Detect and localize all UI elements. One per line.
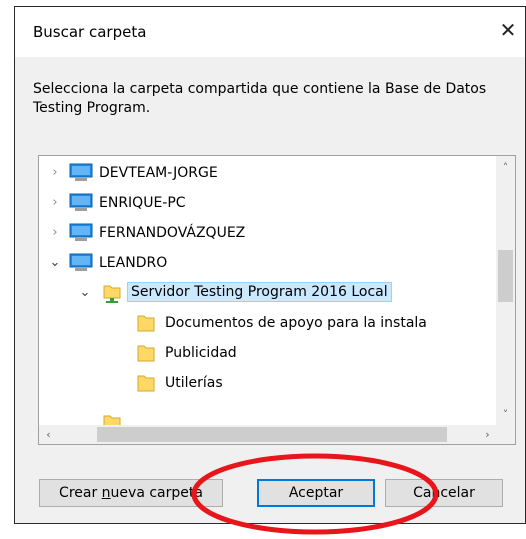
folder-icon <box>137 315 155 332</box>
vertical-scroll-thumb[interactable] <box>498 250 513 302</box>
computer-icon <box>69 253 93 271</box>
collapse-arrow-icon[interactable]: ⌄ <box>77 285 93 301</box>
shared-folder-icon <box>103 285 121 303</box>
tree-item-label: ENRIQUE-PC <box>99 195 186 211</box>
horizontal-scrollbar[interactable]: ‹ › <box>39 425 497 444</box>
computer-icon <box>69 193 93 211</box>
accept-button[interactable]: Aceptar <box>257 479 375 507</box>
tree-item-label: Utilerías <box>165 375 223 391</box>
tree-viewport: › DEVTEAM-JORGE › ENRIQUE-PC › FERNANDOV… <box>39 156 497 426</box>
tree-item-enrique-pc[interactable]: › ENRIQUE-PC <box>39 188 497 218</box>
tree-item-partial[interactable] <box>39 398 497 426</box>
folder-icon <box>103 415 121 426</box>
tree-item-label: DEVTEAM-JORGE <box>99 165 218 181</box>
scrollbar-corner <box>496 425 515 444</box>
tree-item-leandro[interactable]: ⌄ LEANDRO <box>39 248 497 278</box>
dialog-title: Buscar carpeta <box>33 23 147 41</box>
accept-label: Aceptar <box>288 485 344 501</box>
tree-item-documentos[interactable]: Documentos de apoyo para la instala <box>39 308 497 338</box>
close-icon: ✕ <box>499 18 517 42</box>
tree-item-utilerias[interactable]: Utilerías <box>39 368 497 398</box>
folder-icon <box>137 375 155 392</box>
new-folder-label-suffix: ueva carpeta <box>110 485 203 501</box>
scroll-down-icon[interactable]: ˅ <box>496 405 515 424</box>
new-folder-button[interactable]: Crear nueva carpeta <box>39 479 223 507</box>
tree-item-label: Publicidad <box>165 345 237 361</box>
expand-arrow-icon[interactable]: › <box>47 195 63 211</box>
tree-item-label: LEANDRO <box>99 255 168 271</box>
tree-item-label: Servidor Testing Program 2016 Local <box>127 282 392 302</box>
tree-item-label: FERNANDOVÁZQUEZ <box>99 225 246 241</box>
tree-item-devteam-jorge[interactable]: › DEVTEAM-JORGE <box>39 158 497 188</box>
folder-icon <box>137 345 155 362</box>
new-folder-label-prefix: Crear <box>59 485 102 501</box>
scroll-right-icon[interactable]: › <box>478 425 497 444</box>
instruction-text: Selecciona la carpeta compartida que con… <box>33 81 487 116</box>
new-folder-mnemonic: n <box>101 485 111 501</box>
collapse-arrow-icon[interactable]: ⌄ <box>47 255 63 271</box>
expand-arrow-icon[interactable]: › <box>47 225 63 241</box>
folder-tree[interactable]: › DEVTEAM-JORGE › ENRIQUE-PC › FERNANDOV… <box>38 155 516 445</box>
tree-item-publicidad[interactable]: Publicidad <box>39 338 497 368</box>
scroll-left-icon[interactable]: ‹ <box>39 425 58 444</box>
tree-item-fernandovazquez[interactable]: › FERNANDOVÁZQUEZ <box>39 218 497 248</box>
browse-folder-dialog: Buscar carpeta ✕ Selecciona la carpeta c… <box>14 6 526 524</box>
expand-arrow-icon[interactable]: › <box>47 165 63 181</box>
horizontal-scroll-thumb[interactable] <box>97 427 447 442</box>
tree-item-servidor-testing-program[interactable]: ⌄ Servidor Testing Program 2016 Local <box>39 278 497 308</box>
vertical-scrollbar[interactable]: ˄ ˅ <box>496 156 515 426</box>
title-bar: Buscar carpeta ✕ <box>15 7 525 57</box>
close-button[interactable]: ✕ <box>495 17 521 43</box>
cancel-label: Cancelar <box>413 485 475 501</box>
computer-icon <box>69 223 93 241</box>
cancel-button[interactable]: Cancelar <box>385 479 503 507</box>
scroll-up-icon[interactable]: ˄ <box>496 158 515 177</box>
tree-item-label: Documentos de apoyo para la instala <box>165 315 427 331</box>
computer-icon <box>69 163 93 181</box>
